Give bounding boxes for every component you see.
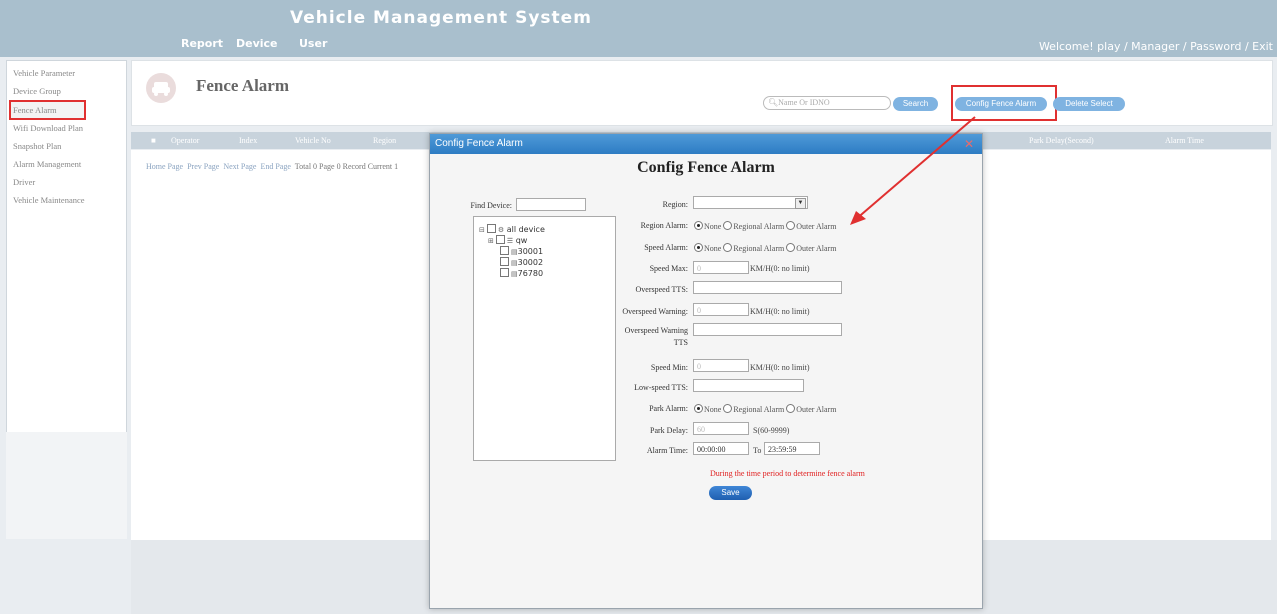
arrow-line xyxy=(854,116,976,221)
annotation-arrow xyxy=(850,116,976,225)
